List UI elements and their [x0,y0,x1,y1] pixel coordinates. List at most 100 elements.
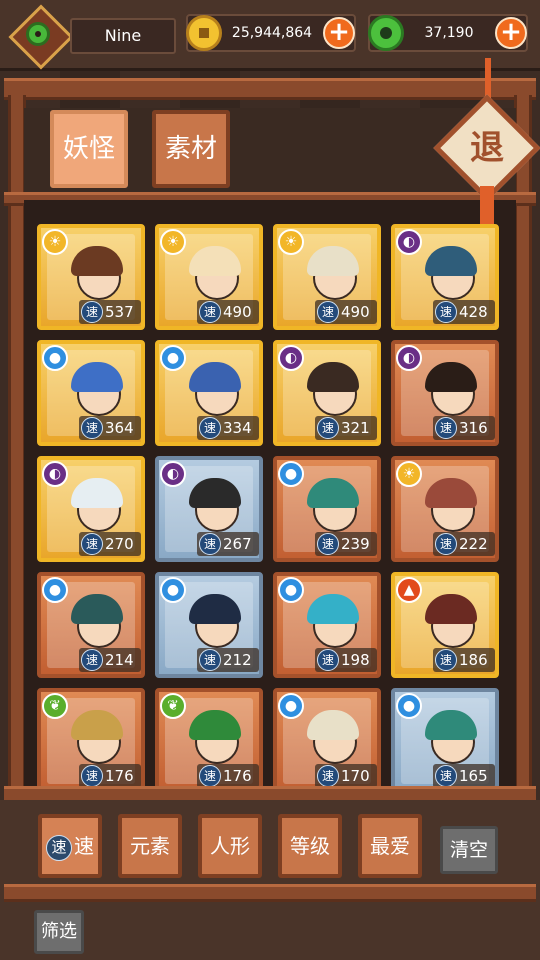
speed-icon: 速 [317,533,339,555]
water-element-icon: ● [42,577,68,603]
speed-value: 222 [459,535,488,553]
top-bar: Nine 25,944,864 + 37,190 + [0,0,540,71]
sort-speed-button[interactable]: 速速 [38,814,102,878]
monster-card[interactable]: ◐ 速 270 [37,456,145,562]
sort-level-button[interactable]: 等级 [278,814,342,878]
monster-hair [189,246,241,276]
monster-hair [71,594,123,624]
speed-value: 170 [341,767,370,785]
light-element-icon: ☀ [42,229,68,255]
monster-card[interactable]: ❦ 速 176 [155,688,263,794]
speed-icon: 速 [81,417,103,439]
speed-icon: 速 [317,301,339,323]
speed-value: 212 [223,651,252,669]
monster-card[interactable]: ◐ 速 267 [155,456,263,562]
gold-coin-icon [186,15,222,51]
monster-hair [71,246,123,276]
sort-element-button[interactable]: 元素 [118,814,182,878]
monster-hair [425,594,477,624]
speed-icon: 速 [199,765,221,787]
shelf-right-post [514,95,532,905]
speed-value: 537 [105,303,134,321]
light-element-icon: ☀ [396,461,422,487]
speed-badge: 速 170 [315,764,377,788]
sort-favorite-button[interactable]: 最爱 [358,814,422,878]
speed-icon: 速 [435,649,457,671]
wood-element-icon: ❦ [42,693,68,719]
monster-hair [425,246,477,276]
add-gold-button[interactable]: + [323,17,355,49]
monster-card[interactable]: ❦ 速 176 [37,688,145,794]
wood-element-icon: ❦ [160,693,186,719]
speed-value: 214 [105,651,134,669]
monster-hair [307,362,359,392]
speed-badge: 速 364 [79,416,141,440]
monster-card[interactable]: ☀ 速 490 [155,224,263,330]
speed-icon: 速 [435,301,457,323]
monster-card[interactable]: ◐ 速 428 [391,224,499,330]
sort-speed-label: 速 [74,834,94,858]
speed-badge: 速 267 [197,532,259,556]
speed-value: 176 [223,767,252,785]
sort-human-button[interactable]: 人形 [198,814,262,878]
monster-card[interactable]: ☀ 速 537 [37,224,145,330]
tab-materials[interactable]: 素材 [152,110,230,188]
speed-icon: 速 [317,765,339,787]
speed-icon: 速 [199,533,221,555]
monster-hair [189,594,241,624]
speed-badge: 速 537 [79,300,141,324]
speed-value: 364 [105,419,134,437]
speed-value: 267 [223,535,252,553]
monster-card[interactable]: ● 速 239 [273,456,381,562]
speed-value: 490 [223,303,252,321]
monster-hair [71,710,123,740]
monster-card[interactable]: ● 速 214 [37,572,145,678]
monster-hair [307,246,359,276]
monster-hair [307,594,359,624]
add-jade-button[interactable]: + [495,17,527,49]
dark-element-icon: ◐ [396,345,422,371]
monster-card[interactable]: ◐ 速 321 [273,340,381,446]
speed-badge: 速 334 [197,416,259,440]
speed-badge: 速 198 [315,648,377,672]
monster-hair [425,710,477,740]
speed-value: 321 [341,419,370,437]
clear-button[interactable]: 清空 [440,826,498,874]
player-emblem-icon[interactable] [8,4,74,70]
monster-card[interactable]: ● 速 165 [391,688,499,794]
monster-card[interactable]: ▲ 速 186 [391,572,499,678]
speed-value: 165 [459,767,488,785]
exit-label[interactable]: 退 [449,110,525,186]
water-element-icon: ● [278,461,304,487]
speed-value: 186 [459,651,488,669]
tab-monsters[interactable]: 妖怪 [50,110,128,188]
speed-icon: 速 [199,649,221,671]
speed-badge: 速 239 [315,532,377,556]
water-element-icon: ● [396,693,422,719]
speed-badge: 速 176 [197,764,259,788]
monster-hair [71,362,123,392]
monster-card[interactable]: ● 速 198 [273,572,381,678]
speed-badge: 速 212 [197,648,259,672]
monster-card[interactable]: ☀ 速 222 [391,456,499,562]
speed-icon: 速 [317,649,339,671]
bottom-beam [4,884,536,902]
monster-card[interactable]: ● 速 364 [37,340,145,446]
monster-hair [425,478,477,508]
monster-hair [189,710,241,740]
speed-badge: 速 186 [433,648,495,672]
monster-card[interactable]: ◐ 速 316 [391,340,499,446]
monster-card[interactable]: ☀ 速 490 [273,224,381,330]
speed-icon: 速 [46,834,72,861]
light-element-icon: ☀ [160,229,186,255]
monster-card[interactable]: ● 速 170 [273,688,381,794]
filter-button[interactable]: 筛选 [34,910,84,954]
gold-currency: 25,944,864 + [186,14,356,52]
monster-card[interactable]: ● 速 334 [155,340,263,446]
water-element-icon: ● [278,693,304,719]
water-element-icon: ● [278,577,304,603]
speed-value: 428 [459,303,488,321]
speed-icon: 速 [199,417,221,439]
monster-card[interactable]: ● 速 212 [155,572,263,678]
speed-value: 334 [223,419,252,437]
